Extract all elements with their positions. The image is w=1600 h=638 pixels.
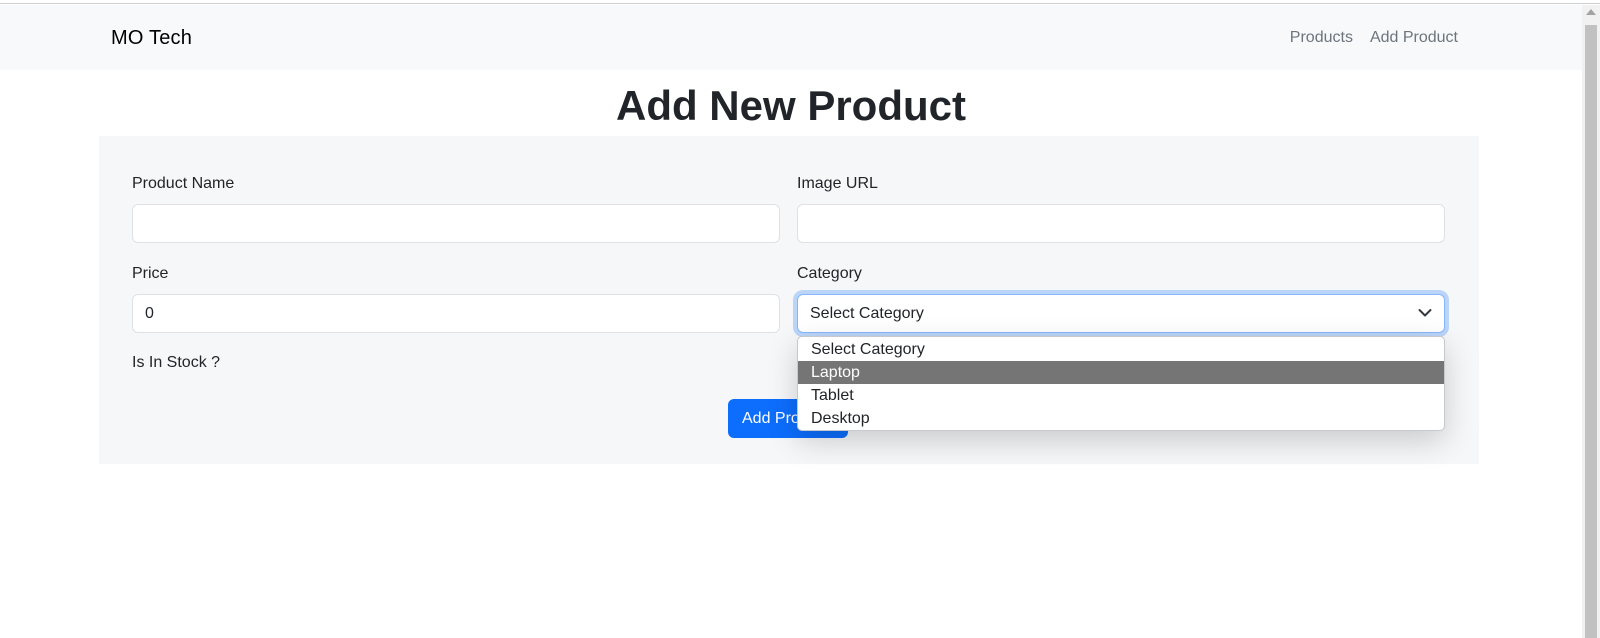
category-dropdown-list: Select Category Laptop Tablet Desktop bbox=[797, 336, 1445, 431]
nav-link-add-product[interactable]: Add Product bbox=[1370, 29, 1458, 47]
navbar: MO Tech Products Add Product bbox=[0, 5, 1582, 70]
page: MO Tech Products Add Product Add New Pro… bbox=[0, 0, 1600, 638]
category-option-laptop[interactable]: Laptop bbox=[798, 361, 1444, 384]
in-stock-label: Is In Stock ? bbox=[132, 354, 221, 371]
category-label: Category bbox=[797, 265, 862, 282]
category-option-tablet[interactable]: Tablet bbox=[798, 384, 1444, 407]
scroll-up-arrow-icon[interactable] bbox=[1586, 9, 1596, 15]
category-selected-value: Select Category bbox=[810, 305, 924, 322]
page-title: Add New Product bbox=[615, 82, 966, 129]
category-option-select-category[interactable]: Select Category bbox=[798, 337, 1444, 361]
chevron-down-icon bbox=[1418, 309, 1432, 317]
scrollbar-thumb[interactable] bbox=[1585, 25, 1597, 638]
image-url-label: Image URL bbox=[797, 175, 878, 192]
product-name-input[interactable] bbox=[132, 204, 780, 243]
category-select[interactable]: Select Category bbox=[797, 294, 1445, 333]
navbar-brand[interactable]: MO Tech bbox=[111, 27, 192, 50]
vertical-scrollbar[interactable] bbox=[1582, 5, 1600, 638]
product-name-label: Product Name bbox=[132, 175, 235, 192]
price-input[interactable]: 0 bbox=[132, 294, 780, 333]
price-label: Price bbox=[132, 265, 169, 282]
category-option-desktop[interactable]: Desktop bbox=[798, 407, 1444, 430]
nav-links: Products Add Product bbox=[1290, 29, 1458, 47]
browser-top-border bbox=[0, 0, 1600, 4]
image-url-input[interactable] bbox=[797, 204, 1445, 243]
nav-link-products[interactable]: Products bbox=[1290, 29, 1353, 47]
